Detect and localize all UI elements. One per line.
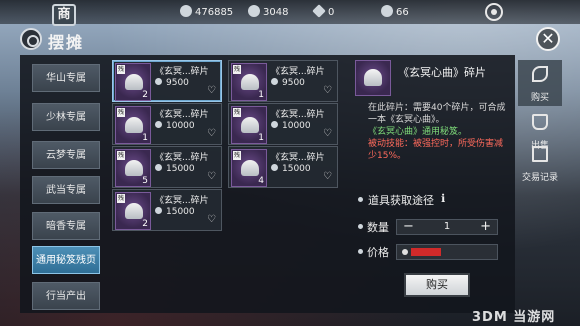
detail-fragment-icon (355, 60, 391, 96)
jade-icon (381, 5, 393, 17)
favorite-heart-icon[interactable]: ♡ (207, 171, 216, 182)
tab-buy[interactable]: 购买 (518, 60, 562, 106)
stall-medal-icon (20, 28, 42, 50)
fragment-item-icon: 残5 (115, 149, 151, 187)
favorite-heart-icon[interactable]: ♡ (323, 85, 332, 96)
ledger-icon (532, 146, 548, 162)
category-wudang[interactable]: 武当专属 (32, 176, 100, 204)
resource-jade: 66 (381, 5, 409, 19)
gem-icon (312, 4, 326, 18)
fragment-item-icon: 残1 (115, 106, 151, 144)
item-price: 15000 (155, 164, 195, 174)
close-button[interactable]: ✕ (536, 27, 560, 51)
detail-item-name: 《玄冥心曲》碎片 (398, 66, 486, 79)
category-shaolin[interactable]: 少林专属 (32, 103, 100, 131)
redacted-price (411, 248, 441, 256)
fragment-item-icon: 残1 (231, 63, 267, 101)
menu-swirl-icon[interactable] (485, 3, 503, 21)
tab-trade-record[interactable]: 交易记录 (518, 140, 562, 186)
category-yunmeng[interactable]: 云梦专属 (32, 141, 100, 169)
coin-icon (155, 121, 162, 128)
site-watermark: 3DM 当游网 (472, 310, 556, 325)
fragment-item-icon: 残1 (231, 106, 267, 144)
resource-silver-coin: 476885 (180, 5, 233, 19)
item-slot[interactable]: 残1 《玄冥...碎片 10000 ♡ (228, 103, 338, 145)
item-price: 15000 (271, 164, 311, 174)
item-slot[interactable]: 残4 《玄冥...碎片 15000 ♡ (228, 146, 338, 188)
fragment-item-icon: 残2 (115, 192, 151, 230)
bullet-icon (358, 224, 363, 229)
item-price: 15000 (155, 207, 195, 217)
coin-icon (155, 164, 162, 171)
coin-icon (155, 78, 162, 85)
silver-ingot-icon (248, 5, 260, 17)
category-trade-output[interactable]: 行当产出 (32, 282, 100, 310)
item-price: 10000 (271, 121, 311, 131)
coin-icon (155, 207, 162, 214)
coin-icon (402, 249, 408, 255)
favorite-heart-icon[interactable]: ♡ (207, 128, 216, 139)
buy-button[interactable]: 购买 (404, 273, 470, 297)
page-title: 摆摊 (48, 33, 85, 52)
favorite-heart-icon[interactable]: ♡ (323, 128, 332, 139)
leaf-icon (532, 66, 548, 82)
category-general-manual[interactable]: 通用秘笈残页 (32, 246, 100, 274)
item-slot[interactable]: 残2 《玄冥...碎片 15000 ♡ (112, 189, 222, 231)
item-price: 10000 (155, 121, 195, 131)
fragment-item-icon: 残2 (115, 63, 151, 101)
silver-coin-icon (180, 5, 192, 17)
bullet-icon (358, 197, 363, 202)
close-icon: ✕ (541, 29, 555, 48)
price-label: 价格 (367, 246, 389, 259)
plus-icon[interactable]: + (480, 219, 491, 234)
info-icon[interactable]: ℹ (441, 192, 445, 205)
bullet-icon (358, 249, 363, 254)
total-price-field (396, 244, 498, 260)
coin-icon (271, 121, 278, 128)
resource-silver-ingot: 3048 (248, 5, 288, 19)
favorite-heart-icon[interactable]: ♡ (207, 214, 216, 225)
coin-icon (271, 78, 278, 85)
resource-gem: 0 (312, 4, 334, 19)
quantity-label: 数量 (367, 221, 389, 234)
item-slot[interactable]: 残1 《玄冥...碎片 10000 ♡ (112, 103, 222, 145)
resource-bar: 商 476885 3048 0 66 (0, 0, 580, 26)
item-slot[interactable]: 残2 《玄冥...碎片 9500 ♡ (112, 60, 222, 102)
fragment-item-icon: 残4 (231, 149, 267, 187)
favorite-heart-icon[interactable]: ♡ (323, 171, 332, 182)
item-slot[interactable]: 残1 《玄冥...碎片 9500 ♡ (228, 60, 338, 102)
detail-desc-line: 少15%。 (368, 151, 407, 161)
coin-icon (271, 164, 278, 171)
item-slot[interactable]: 残5 《玄冥...碎片 15000 ♡ (112, 146, 222, 188)
source-label[interactable]: 道具获取途径 (368, 192, 434, 208)
item-price: 9500 (155, 78, 189, 88)
category-huashan[interactable]: 华山专属 (32, 64, 100, 92)
item-price: 9500 (271, 78, 305, 88)
bag-icon (532, 114, 548, 130)
shop-emblem-icon: 商 (52, 4, 76, 26)
category-anxiang[interactable]: 暗香专属 (32, 212, 100, 240)
favorite-heart-icon[interactable]: ♡ (207, 85, 216, 96)
quantity-stepper[interactable]: − 1 + (396, 219, 498, 235)
